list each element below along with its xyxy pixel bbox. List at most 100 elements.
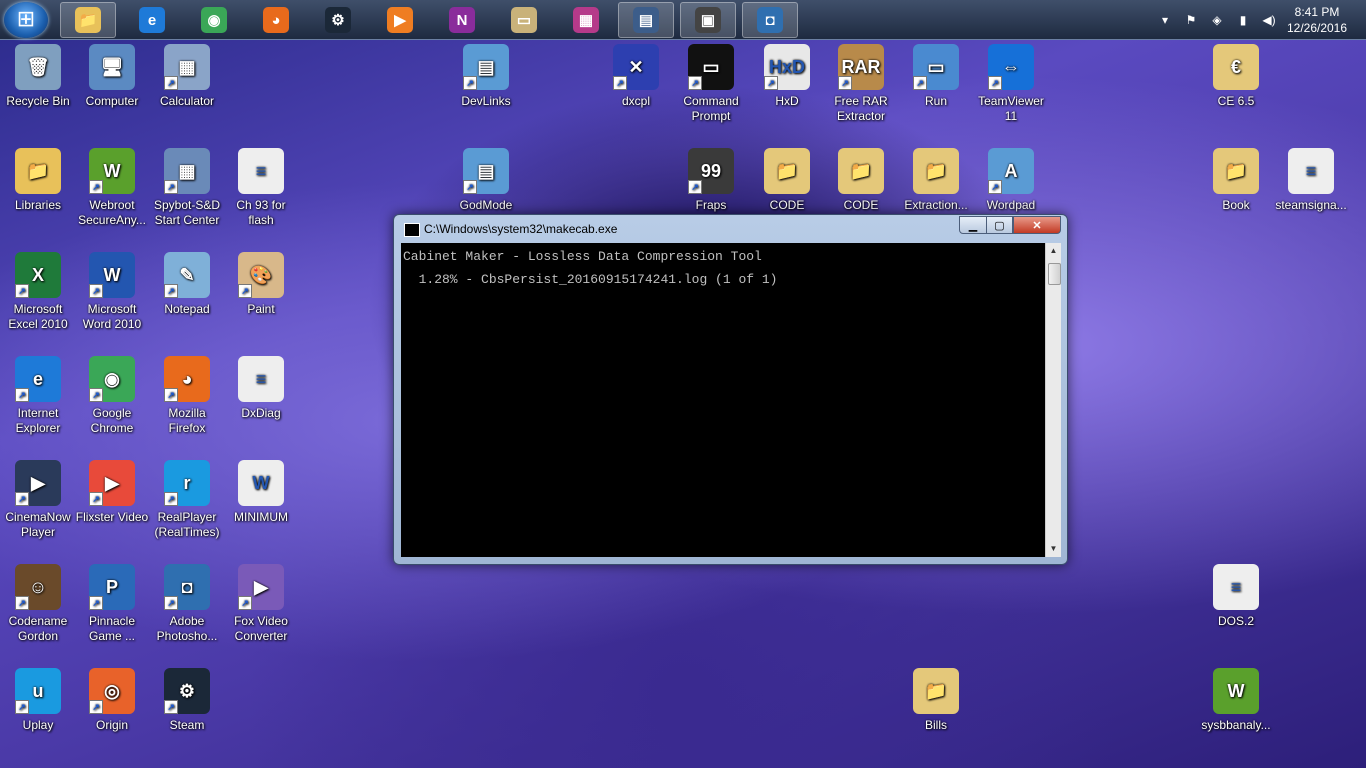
desktop-item-label: Internet Explorer bbox=[15, 406, 61, 435]
origin-icon: ◎ ↗ bbox=[89, 668, 135, 714]
desktop-item-spybot[interactable]: ▦ ↗ Spybot-S&D Start Center bbox=[149, 148, 225, 228]
desktop-item-teamviewer[interactable]: ⇔ ↗ TeamViewer 11 bbox=[973, 44, 1049, 124]
steam-taskbar-button[interactable]: ⚙ bbox=[310, 2, 366, 38]
paint-icon: 🎨 ↗ bbox=[238, 252, 284, 298]
code-folder-2-icon: 📁 bbox=[838, 148, 884, 194]
desktop-item-ce[interactable]: € CE 6.5 bbox=[1198, 44, 1274, 109]
explorer-taskbar-button[interactable]: 📁 bbox=[60, 2, 116, 38]
desktop-item-code-folder-2[interactable]: 📁 CODE bbox=[823, 148, 899, 213]
desktop-item-label: Paint bbox=[247, 302, 275, 316]
desktop-item-code-folder-1[interactable]: 📁 CODE bbox=[749, 148, 825, 213]
desktop-item-uplay[interactable]: u ↗ Uplay bbox=[0, 668, 76, 733]
desktop-item-internet-explorer[interactable]: e ↗ Internet Explorer bbox=[0, 356, 76, 436]
window-taskbar-button[interactable]: ▤ bbox=[618, 2, 674, 38]
desktop-item-command-prompt[interactable]: ▭ ↗ Command Prompt bbox=[673, 44, 749, 124]
clock[interactable]: 8:41 PM 12/26/2016 bbox=[1282, 4, 1352, 36]
flag-icon[interactable]: ⚑ bbox=[1182, 13, 1200, 27]
desktop-item-cinemanow[interactable]: ▶ ↗ CinemaNow Player bbox=[0, 460, 76, 540]
desktop-item-realplayer[interactable]: r ↗ RealPlayer (RealTimes) bbox=[149, 460, 225, 540]
desktop-item-webroot[interactable]: W ↗ Webroot SecureAny... bbox=[74, 148, 150, 228]
network-signal-icon[interactable]: ▮ bbox=[1234, 13, 1252, 27]
makecab-console-window[interactable]: C:\Windows\system32\makecab.exe ▁ ▢ ✕ Ca… bbox=[393, 214, 1068, 565]
ie-taskbar-button[interactable]: e bbox=[124, 2, 180, 38]
minimize-button[interactable]: ▁ bbox=[959, 216, 987, 234]
firefox-taskbar-button[interactable]: ◕ bbox=[248, 2, 304, 38]
chrome-taskbar-button[interactable]: ◉ bbox=[186, 2, 242, 38]
console-taskbar-button[interactable]: ▣ bbox=[680, 2, 736, 38]
desktop-item-label: Calculator bbox=[159, 94, 215, 108]
desktop-item-notepad[interactable]: ✎ ↗ Notepad bbox=[149, 252, 225, 317]
desktop-item-free-rar-extractor[interactable]: RAR ↗ Free RAR Extractor bbox=[823, 44, 899, 124]
cinemanow-icon-glyph: ▶ bbox=[31, 472, 45, 493]
camera-taskbar-button[interactable]: ◘ bbox=[742, 2, 798, 38]
desktop-item-minimum-doc[interactable]: W MINIMUM bbox=[223, 460, 299, 525]
scanner-taskbar-button[interactable]: ▭ bbox=[496, 2, 552, 38]
desktop-item-bills-folder[interactable]: 📁 Bills bbox=[898, 668, 974, 733]
desktop-item-fox-video-converter[interactable]: ▶ ↗ Fox Video Converter bbox=[223, 564, 299, 644]
desktop-item-steam[interactable]: ⚙ ↗ Steam bbox=[149, 668, 225, 733]
console-output[interactable]: Cabinet Maker - Lossless Data Compressio… bbox=[401, 243, 1045, 557]
minimum-doc-icon-glyph: W bbox=[252, 472, 270, 493]
desktop-item-dxdiag-file[interactable]: ≡ DxDiag bbox=[223, 356, 299, 421]
desktop-item-label: Recycle Bin bbox=[6, 94, 70, 108]
winrar-taskbar-button[interactable]: ▦ bbox=[558, 2, 614, 38]
window-titlebar[interactable]: C:\Windows\system32\makecab.exe ▁ ▢ ✕ bbox=[394, 215, 1067, 243]
desktop-item-extraction-folder[interactable]: 📁 Extraction... bbox=[898, 148, 974, 213]
volume-icon[interactable]: ◀) bbox=[1260, 13, 1278, 27]
internet-explorer-icon-glyph: e bbox=[32, 368, 43, 389]
desktop-item-dos2-file[interactable]: ≡ DOS.2 bbox=[1198, 564, 1274, 629]
desktop-item-google-chrome[interactable]: ◉ ↗ Google Chrome bbox=[74, 356, 150, 436]
console-window-icon bbox=[404, 223, 420, 237]
close-button[interactable]: ✕ bbox=[1013, 216, 1061, 234]
shortcut-arrow-icon: ↗ bbox=[89, 180, 103, 194]
desktop-item-computer[interactable]: 🖥 Computer bbox=[74, 44, 150, 109]
uplay-icon: u ↗ bbox=[15, 668, 61, 714]
desktop-item-recycle-bin[interactable]: 🗑 Recycle Bin bbox=[0, 44, 76, 109]
extraction-folder-icon: 📁 bbox=[913, 148, 959, 194]
fox-video-converter-icon-glyph: ▶ bbox=[254, 576, 268, 597]
desktop-item-ch93-file[interactable]: ≡ Ch 93 for flash bbox=[223, 148, 299, 228]
desktop-item-steamsigna-file[interactable]: ≡ steamsigna... bbox=[1273, 148, 1349, 213]
desktop-item-label: Microsoft Excel 2010 bbox=[8, 302, 68, 331]
desktop-item-book-folder[interactable]: 📁 Book bbox=[1198, 148, 1274, 213]
desktop-item-origin[interactable]: ◎ ↗ Origin bbox=[74, 668, 150, 733]
realplayer-icon-glyph: r bbox=[183, 472, 191, 493]
desktop-item-hxd[interactable]: HxD ↗ HxD bbox=[749, 44, 825, 109]
maximize-button[interactable]: ▢ bbox=[986, 216, 1013, 234]
desktop-item-label: Flixster Video bbox=[75, 510, 149, 524]
desktop-item-flixster[interactable]: ▶ ↗ Flixster Video bbox=[74, 460, 150, 525]
desktop-item-godmode[interactable]: ▤ ↗ GodMode bbox=[448, 148, 524, 213]
desktop-item-paint[interactable]: 🎨 ↗ Paint bbox=[223, 252, 299, 317]
desktop-item-excel[interactable]: X ↗ Microsoft Excel 2010 bbox=[0, 252, 76, 332]
desktop-item-word[interactable]: W ↗ Microsoft Word 2010 bbox=[74, 252, 150, 332]
onenote-taskbar-button[interactable]: N bbox=[434, 2, 490, 38]
desktop-item-calculator[interactable]: ▦ ↗ Calculator bbox=[149, 44, 225, 109]
desktop-item-wordpad[interactable]: A ↗ Wordpad bbox=[973, 148, 1049, 213]
scroll-thumb[interactable] bbox=[1048, 263, 1061, 285]
scroll-down-icon[interactable]: ▼ bbox=[1046, 541, 1061, 557]
desktop-item-label: Extraction... bbox=[904, 198, 968, 212]
desktop-item-fraps[interactable]: 99 ↗ Fraps bbox=[673, 148, 749, 213]
desktop-item-dxcpl[interactable]: ✕ ↗ dxcpl bbox=[598, 44, 674, 109]
desktop-item-photoshop[interactable]: ◘ ↗ Adobe Photosho... bbox=[149, 564, 225, 644]
desktop-item-libraries[interactable]: 📁 Libraries bbox=[0, 148, 76, 213]
desktop-item-codename-gordon[interactable]: ☺ ↗ Codename Gordon bbox=[0, 564, 76, 644]
desktop-item-firefox[interactable]: ◕ ↗ Mozilla Firefox bbox=[149, 356, 225, 436]
desktop-item-devlinks[interactable]: ▤ ↗ DevLinks bbox=[448, 44, 524, 109]
desktop-item-label: sysbbanaly... bbox=[1201, 718, 1271, 732]
desktop-item-run[interactable]: ▭ ↗ Run bbox=[898, 44, 974, 109]
codename-gordon-icon: ☺ ↗ bbox=[15, 564, 61, 610]
command-prompt-icon-glyph: ▭ bbox=[702, 56, 720, 77]
scroll-up-icon[interactable]: ▲ bbox=[1046, 243, 1061, 259]
player-icon: ▶ bbox=[387, 7, 413, 33]
player-taskbar-button[interactable]: ▶ bbox=[372, 2, 428, 38]
start-button[interactable] bbox=[4, 2, 48, 38]
dos2-file-icon: ≡ bbox=[1213, 564, 1259, 610]
desktop-item-sysbbanaly[interactable]: Wsysbbanaly... bbox=[1198, 668, 1274, 733]
security-icon[interactable]: ◈ bbox=[1208, 13, 1226, 27]
vertical-scrollbar[interactable]: ▲ ▼ bbox=[1045, 243, 1061, 557]
chevron-up-icon[interactable]: ▾ bbox=[1156, 13, 1174, 27]
desktop-item-label: Codename Gordon bbox=[8, 614, 68, 643]
desktop-item-pinnacle[interactable]: P ↗ Pinnacle Game ... bbox=[74, 564, 150, 644]
recycle-bin-icon-glyph: 🗑 bbox=[26, 56, 50, 77]
